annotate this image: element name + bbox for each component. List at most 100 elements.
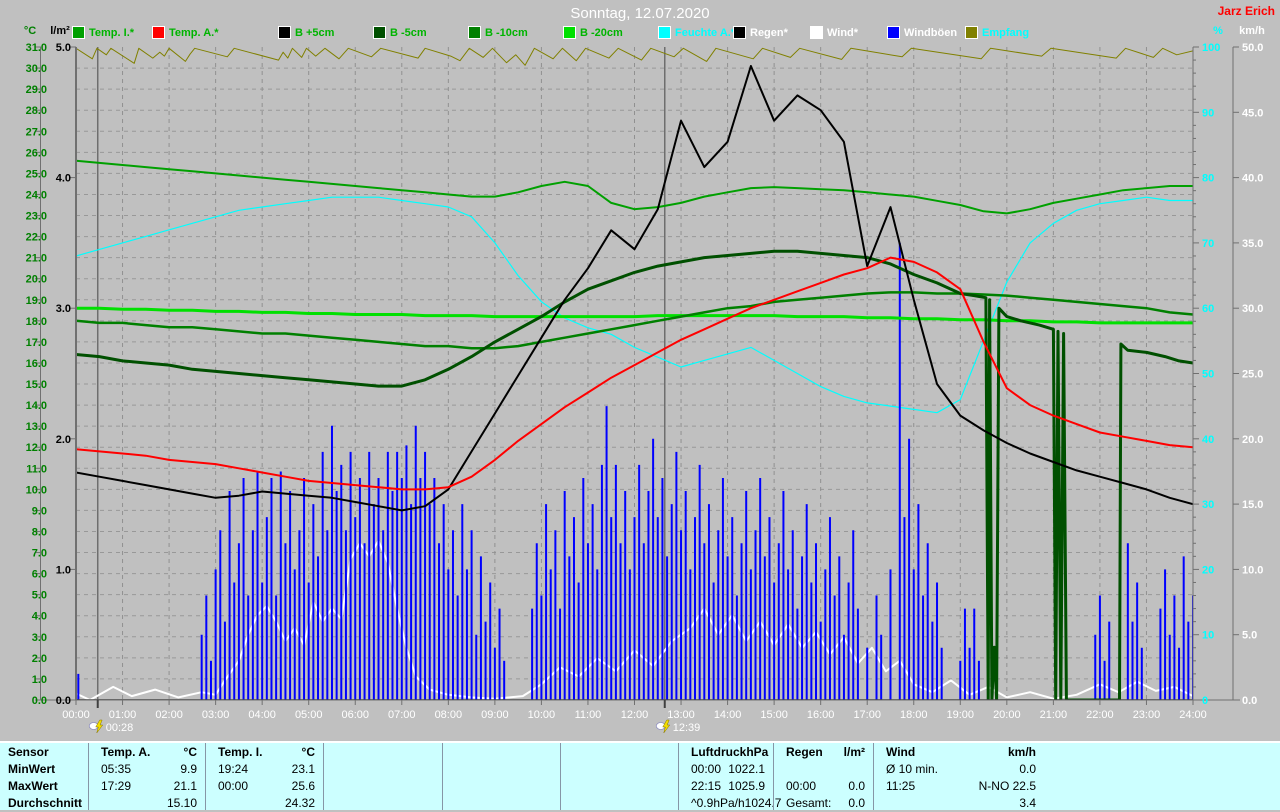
- axis-tick-label: 0.0: [32, 695, 47, 707]
- time-tick-label: 08:00: [435, 709, 463, 721]
- legend-item-b-10cm[interactable]: B -10cm: [468, 26, 528, 39]
- table-cell: 00:000.0: [774, 778, 873, 795]
- table-cell: [324, 795, 442, 812]
- time-tick-label: 24:00: [1179, 709, 1207, 721]
- cell-value: °C: [302, 743, 315, 761]
- axis-tick-label: 45.0: [1242, 107, 1263, 119]
- legend-item-b-5cm[interactable]: B -5cm: [373, 26, 427, 39]
- time-tick-label: 00:00: [62, 709, 90, 721]
- stats-table: SensorMinWertMaxWertDurchschnittTemp. A.…: [0, 741, 1280, 810]
- axis-tick-label: 16.0: [26, 358, 47, 370]
- legend-item-b-20cm[interactable]: B -20cm: [563, 26, 623, 39]
- cell-value: 23.1: [292, 761, 315, 778]
- time-tick-label: 07:00: [388, 709, 416, 721]
- cell-label: Temp. I.: [218, 743, 262, 761]
- legend-label: B +5cm: [295, 27, 334, 39]
- cell-value: km/h: [1008, 743, 1036, 761]
- table-cell: [561, 795, 678, 812]
- row-label-text: Sensor: [0, 743, 49, 761]
- legend-item-wind[interactable]: Wind*: [810, 26, 858, 39]
- row-label: Durchschnitt: [0, 795, 88, 812]
- cell-value: l/m²: [844, 743, 865, 761]
- row-label-text: MaxWert: [0, 778, 58, 795]
- time-tick-label: 21:00: [1040, 709, 1068, 721]
- axis-tick-label: 25.0: [26, 168, 47, 180]
- axis-tick-label: 8.0: [32, 526, 47, 538]
- legend-item-empfang[interactable]: Empfang: [965, 26, 1029, 39]
- table-cell: 22:151025.9: [679, 778, 773, 795]
- legend-label: Temp. I.*: [89, 27, 134, 39]
- axis-tick-label: 20: [1202, 564, 1214, 576]
- table-col-empty-3: [442, 743, 560, 810]
- legend-label: Empfang: [982, 27, 1029, 39]
- lightning-icon: [663, 720, 670, 733]
- table-header-cell: [561, 743, 678, 761]
- table-cell: 17:2921.1: [89, 778, 205, 795]
- time-tick-label: 13:00: [667, 709, 695, 721]
- legend-item-regen[interactable]: Regen*: [733, 26, 788, 39]
- time-tick-label: 12:00: [621, 709, 649, 721]
- legend-label: B -5cm: [390, 27, 427, 39]
- weather-app-screen: { "header": { "title": "Sonntag, 12.07.2…: [0, 0, 1280, 810]
- station-user-label: Jarz Erich: [1218, 4, 1275, 18]
- table-cell: 11:25N-NO 22.5: [874, 778, 1044, 795]
- axis-tick-label: 5.0: [56, 42, 71, 54]
- legend-swatch-icon: [152, 26, 165, 39]
- time-tick-label: 11:00: [575, 709, 602, 721]
- axis-tick-label: 30.0: [26, 63, 47, 75]
- legend-item-tempa[interactable]: Temp. A.*: [152, 26, 219, 39]
- time-tick-label: 17:00: [853, 709, 881, 721]
- time-tick-label: 10:00: [528, 709, 556, 721]
- cell-label: 19:24: [218, 761, 248, 778]
- table-cell: [443, 778, 560, 795]
- temp-axis-title: °C: [24, 25, 36, 37]
- legend-item-b+5cm[interactable]: B +5cm: [278, 26, 334, 39]
- cell-label: Regen: [786, 743, 823, 761]
- cell-value: 0.0: [1019, 761, 1036, 778]
- axis-tick-label: 11.0: [26, 463, 47, 475]
- table-col-regen: Regenl/m²00:000.0Gesamt:0.0: [773, 743, 873, 810]
- table-cell: 3.4: [874, 795, 1044, 812]
- table-cell: 00:001022.1: [679, 761, 773, 778]
- time-tick-label: 23:00: [1133, 709, 1161, 721]
- cell-label: 00:00: [218, 778, 248, 795]
- legend-swatch-icon: [468, 26, 481, 39]
- legend-label: Feuchte A.*: [675, 27, 735, 39]
- cell-label: 00:00: [786, 778, 816, 795]
- cell-value: hPa: [746, 743, 768, 761]
- time-tick-label: 16:00: [807, 709, 835, 721]
- table-cell: [774, 761, 873, 778]
- table-cell: [443, 795, 560, 812]
- table-col-empty-2: [323, 743, 442, 810]
- table-row-labels: SensorMinWertMaxWertDurchschnitt: [0, 743, 88, 810]
- axis-tick-label: 17.0: [26, 337, 47, 349]
- axis-tick-label: 0.0: [1242, 695, 1257, 707]
- axis-tick-label: 70: [1202, 238, 1214, 250]
- table-header-cell: [324, 743, 442, 761]
- axis-tick-label: 40: [1202, 434, 1214, 446]
- table-cell: 24.32: [206, 795, 323, 812]
- table-cell: 05:359.9: [89, 761, 205, 778]
- legend-item-feuchtea[interactable]: Feuchte A.*: [658, 26, 735, 39]
- legend-label: Wind*: [827, 27, 858, 39]
- time-tick-label: 01:00: [109, 709, 137, 721]
- axis-tick-label: 29.0: [26, 84, 47, 96]
- legend-label: Temp. A.*: [169, 27, 219, 39]
- event-marker-time: 00:28: [106, 722, 134, 734]
- axis-tick-label: 9.0: [32, 505, 47, 517]
- axis-tick-label: 14.0: [26, 400, 47, 412]
- cell-label: 22:15: [691, 778, 721, 795]
- axis-tick-label: 20.0: [1242, 434, 1263, 446]
- axis-tick-label: 20.0: [26, 274, 47, 286]
- axis-tick-label: 10: [1202, 630, 1214, 642]
- legend-item-tempi[interactable]: Temp. I.*: [72, 26, 134, 39]
- cell-value: N-NO 22.5: [979, 778, 1036, 795]
- axis-tick-label: 19.0: [26, 295, 47, 307]
- cell-label: 00:00: [691, 761, 721, 778]
- legend-item-windben[interactable]: Windböen: [887, 26, 957, 39]
- legend-swatch-icon: [733, 26, 746, 39]
- axis-tick-label: 26.0: [26, 147, 47, 159]
- axis-tick-label: 30: [1202, 499, 1214, 511]
- axis-tick-label: 5.0: [1242, 630, 1257, 642]
- time-tick-label: 20:00: [993, 709, 1021, 721]
